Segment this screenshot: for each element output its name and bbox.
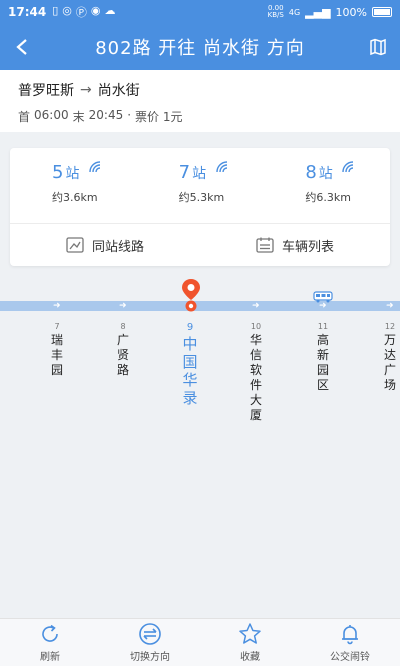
realtime-signal-icon [89,161,101,173]
refresh-button[interactable]: 刷新 [0,619,100,666]
first-bus-time: 06:00 [34,108,69,122]
route-from: 普罗旺斯 [18,83,74,99]
station-item-current[interactable]: 9 中国华录 [181,322,199,407]
station-number: 9 [186,322,194,333]
card-actions: 同站线路 车辆列表 [10,224,390,266]
bottom-nav: 刷新 切换方向 收藏 公交闹铃 [0,618,400,666]
arrival-item-3[interactable]: 8 站 约6.3km [263,148,390,223]
station-name: 高新园区 [316,333,329,392]
station-number: 12 [384,322,396,331]
status-bar: 17:44 ▯ ◎ Ⓟ ◉ ☁ 0.00 KB/S 4G ▂▄▆ 100% [0,0,400,24]
route-to: 尚水街 [97,83,140,99]
network-speed: 0.00 KB/S [267,4,284,19]
arrival-stops: 8 [305,162,317,183]
station-number: 7 [54,322,60,331]
route-endpoints: 普罗旺斯 → 尚水街 [18,80,382,100]
arrival-list: 5 站 约3.6km 7 站 约5.3km 8 站 约6.3km [10,148,390,224]
vehicle-list-button[interactable]: 车辆列表 [200,224,390,266]
cloud-icon: ☁ [104,4,116,17]
station-item[interactable]: 7 瑞丰园 [49,322,65,378]
status-time: 17:44 [8,5,47,19]
arrival-item-1[interactable]: 5 站 约3.6km [10,148,137,223]
direction-arrow-icon: ➜ [386,301,394,311]
direction-arrow-icon: ➜ [252,301,260,311]
wechat-icon: ◉ [90,4,101,17]
network-type: 4G [288,7,301,17]
station-name: 中国华录 [182,335,198,407]
arrival-distance: 约5.3km [178,191,225,204]
switch-direction-button[interactable]: 切换方向 [100,619,200,666]
map-icon [370,38,386,56]
back-button[interactable] [0,24,44,70]
station-number: 10 [250,322,262,331]
lines-icon [66,237,84,253]
status-right: 0.00 KB/S 4G ▂▄▆ 100% [268,5,392,19]
direction-arrow-icon: ➜ [319,301,327,311]
direction-arrow-icon: ➜ [53,301,61,311]
station-name: 万达广场 [383,333,396,392]
page-title: 802路 开往 尚水街 方向 [95,38,305,59]
app-p-icon: Ⓟ [75,6,87,19]
signal-icon: ▂▄▆ [305,5,331,19]
station-number: 11 [317,322,329,331]
fare: 票价 1元 [135,110,183,124]
swap-icon [139,623,161,645]
chevron-left-icon [16,39,27,55]
bell-icon [342,625,358,645]
map-button[interactable] [356,24,400,70]
last-bus-time: 20:45 [88,108,124,122]
station-item[interactable]: 10 华信软件大厦 [248,322,264,423]
battery-percent: 100% [335,5,367,19]
arrival-item-2[interactable]: 7 站 约5.3km [137,148,264,223]
calendar-icon [256,237,274,253]
battery-icon [372,7,392,17]
bus-icon[interactable] [313,291,333,303]
route-arrow-icon: → [80,82,92,98]
station-name: 广贤路 [116,333,129,377]
same-station-lines-button[interactable]: 同站线路 [10,224,200,266]
arrival-distance: 约3.6km [52,191,98,204]
arrival-stops: 5 [52,162,64,183]
station-number: 8 [120,322,126,331]
arrival-stops: 7 [178,162,191,183]
app-header: 802路 开往 尚水街 方向 [0,24,400,70]
star-icon [239,623,261,644]
station-name: 华信软件大厦 [249,333,262,422]
refresh-icon [42,624,58,642]
location-icon: ◎ [62,4,72,17]
notification-icons: ▯ ◎ Ⓟ ◉ ☁ [52,4,115,20]
current-location-pin-icon [182,279,200,312]
station-item[interactable]: 11 高新园区 [315,322,331,393]
station-item[interactable]: 12 万达广场 [382,322,398,393]
direction-arrow-icon: ➜ [119,301,127,311]
bus-alarm-button[interactable]: 公交闹铃 [300,619,400,666]
station-item[interactable]: 8 广贤路 [115,322,131,378]
arrival-distance: 约6.3km [305,191,351,204]
vibrate-icon: ▯ [52,4,59,17]
realtime-signal-icon [215,161,227,173]
route-info: 普罗旺斯 → 尚水街 首 06:00 末 20:45 · 票价 1元 [0,70,400,132]
route-schedule: 首 06:00 末 20:45 · 票价 1元 [18,108,183,124]
station-name: 瑞丰园 [50,333,63,377]
favorite-button[interactable]: 收藏 [200,619,300,666]
arrivals-card: 5 站 约3.6km 7 站 约5.3km 8 站 约6.3km 同站线路 车辆… [10,148,390,266]
realtime-signal-icon [342,161,354,173]
